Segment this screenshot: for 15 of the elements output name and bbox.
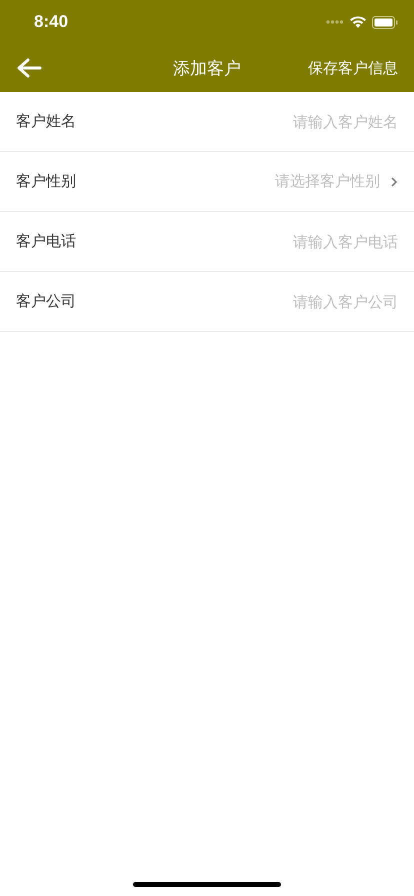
back-button[interactable]: [16, 58, 42, 78]
input-field[interactable]: 请输入客户电话: [88, 232, 398, 250]
input-field[interactable]: 请输入客户公司: [88, 292, 398, 310]
wifi-icon: [350, 16, 366, 28]
field-label: 客户姓名: [16, 112, 76, 131]
field-label: 客户性别: [16, 172, 76, 191]
page-title: 添加客户: [173, 58, 241, 80]
signal-icon: [326, 20, 344, 24]
battery-icon: [372, 16, 398, 28]
field-label: 客户公司: [16, 292, 76, 311]
input-field[interactable]: 请输入客户姓名: [88, 112, 398, 130]
chevron-right-icon: [390, 176, 398, 188]
field-label: 客户电话: [16, 232, 76, 251]
status-time: 8:40: [34, 12, 68, 32]
save-button[interactable]: 保存客户信息: [308, 58, 398, 78]
